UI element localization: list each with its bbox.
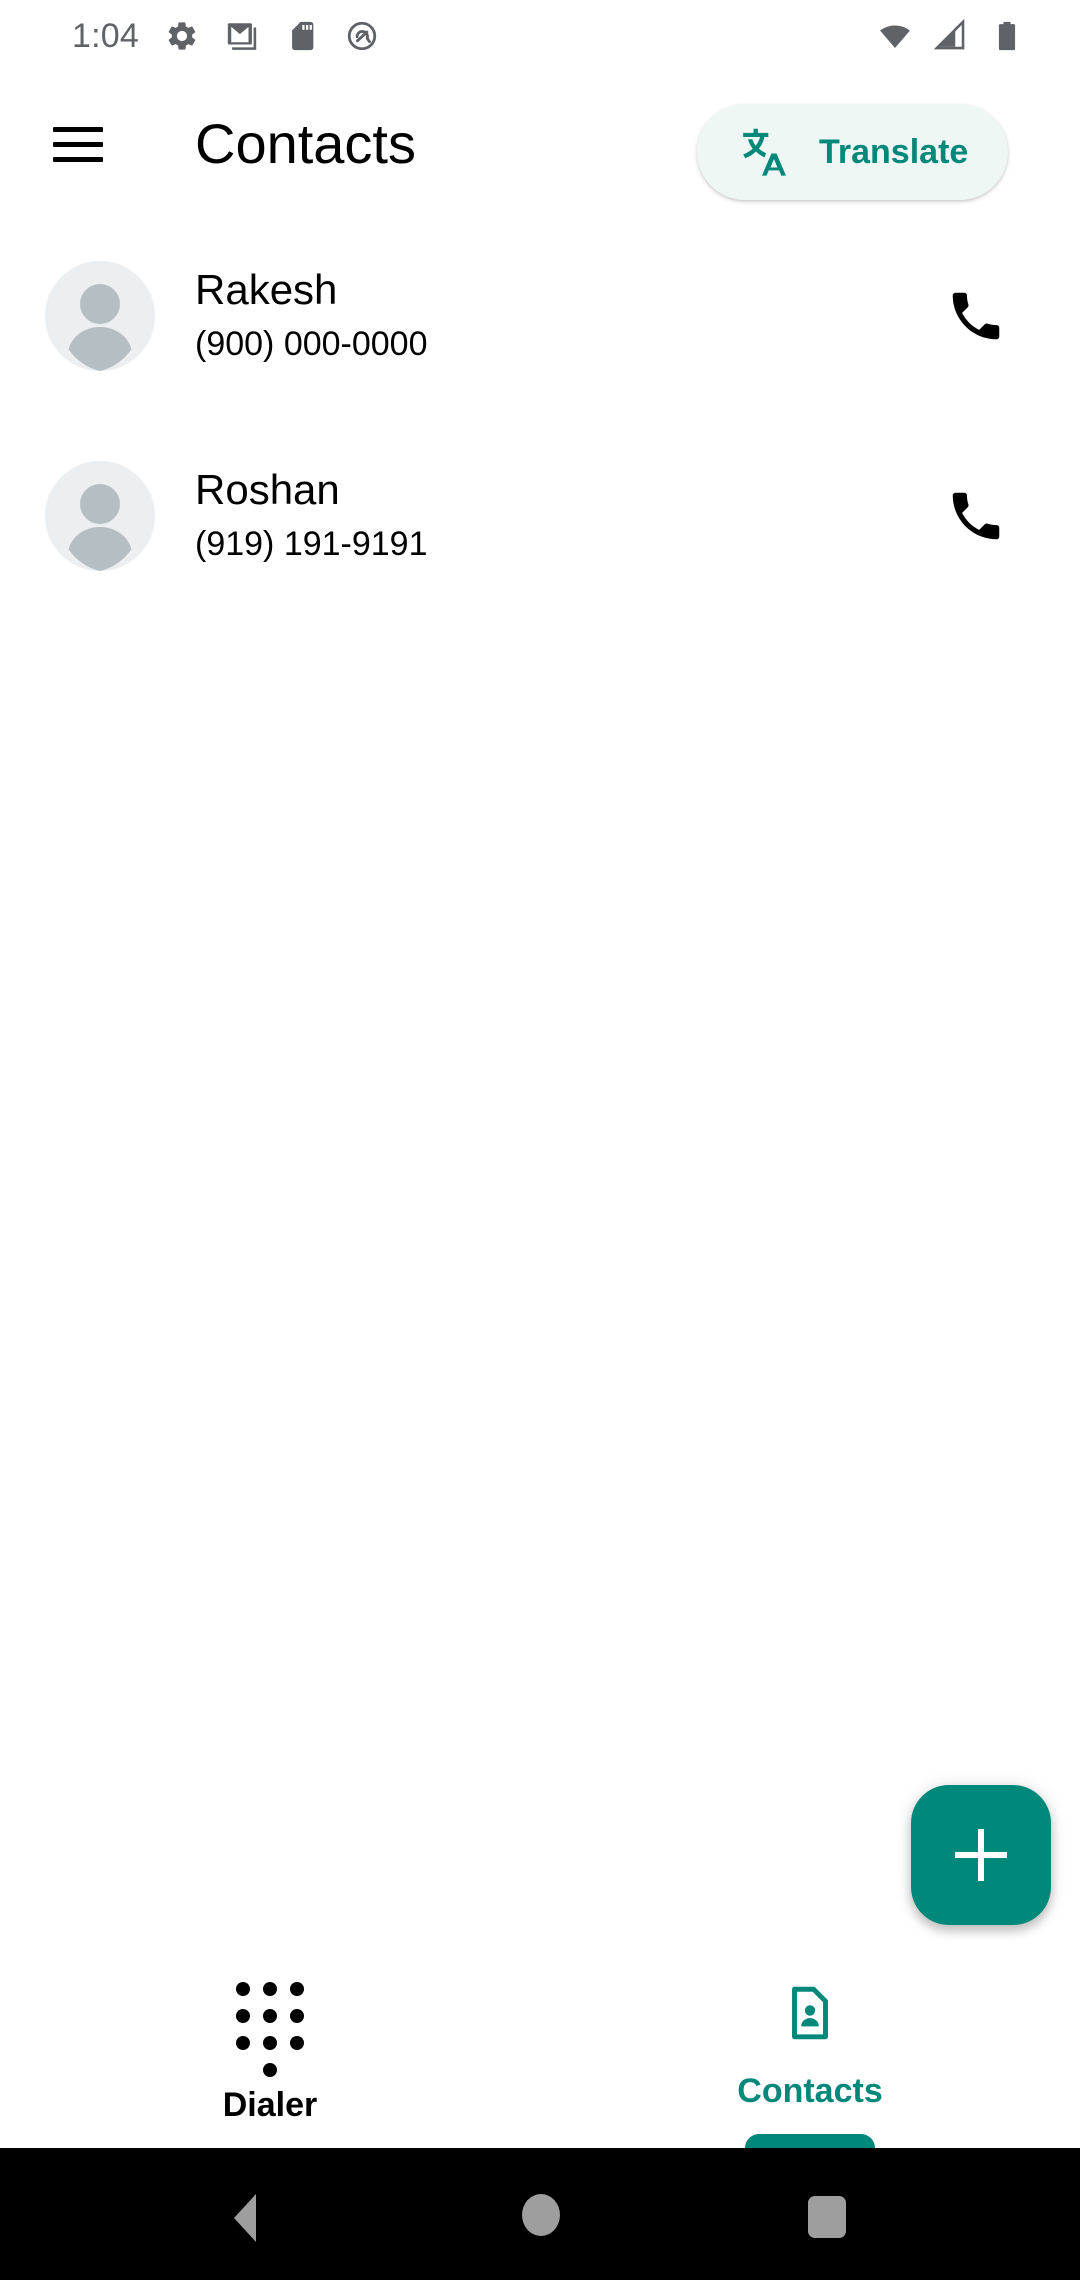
recents-button[interactable]	[808, 2196, 846, 2238]
call-button[interactable]	[924, 264, 1028, 368]
dialpad-icon	[236, 1982, 304, 2077]
contact-row[interactable]: Rakesh (900) 000-0000	[0, 216, 1080, 416]
hamburger-menu-icon[interactable]	[38, 104, 118, 184]
status-bar-left-group: 1:04	[72, 19, 379, 53]
android-q-icon	[347, 21, 377, 51]
contact-phone: (919) 191-9191	[195, 525, 428, 563]
home-button[interactable]	[522, 2194, 560, 2236]
contact-name: Rakesh	[195, 266, 338, 313]
wifi-icon	[880, 25, 910, 49]
contact-row[interactable]: Roshan (919) 191-9191	[0, 416, 1080, 616]
contact-name: Roshan	[195, 466, 340, 513]
page-title: Contacts	[195, 112, 416, 175]
app-bar: Contacts Translate	[0, 72, 1080, 216]
gmail-icon	[227, 23, 257, 50]
avatar	[45, 461, 155, 571]
plus-icon-vertical	[978, 1829, 984, 1881]
call-button[interactable]	[924, 464, 1028, 568]
menu-bar-1	[53, 126, 103, 132]
contact-phone: (900) 000-0000	[195, 325, 428, 363]
phone-icon	[952, 492, 1000, 540]
phone-icon	[952, 292, 1000, 340]
menu-bar-3	[53, 156, 103, 162]
sd-card-icon	[292, 21, 314, 51]
status-bar-right-group	[856, 19, 1024, 53]
system-navigation-bar	[0, 2148, 1080, 2280]
translate-icon	[743, 128, 786, 176]
default-person-avatar-icon	[45, 261, 155, 371]
tab-dialer-label: Dialer	[222, 2086, 318, 2124]
status-bar-clock: 1:04	[72, 17, 139, 55]
translate-button[interactable]: Translate	[697, 104, 1009, 200]
contact-text-group: Rakesh (900) 000-0000	[195, 264, 428, 368]
gear-icon	[168, 22, 196, 50]
add-contact-fab[interactable]	[911, 1785, 1051, 1925]
back-button[interactable]	[234, 2194, 256, 2242]
tab-contacts[interactable]: Contacts	[540, 1948, 1080, 2162]
avatar	[45, 261, 155, 371]
contact-list: Rakesh (900) 000-0000 Roshan (919) 191-9…	[0, 216, 1080, 616]
menu-bar-2	[53, 141, 103, 147]
translate-label: Translate	[819, 132, 969, 171]
status-bar: 1:04	[0, 0, 1080, 72]
contact-page-icon	[792, 1986, 828, 2040]
tab-dialer[interactable]: Dialer	[0, 1948, 540, 2148]
contact-text-group: Roshan (919) 191-9191	[195, 464, 428, 568]
bottom-navigation: Dialer Contacts	[0, 1948, 1080, 2162]
tab-contacts-label: Contacts	[737, 2072, 883, 2110]
cellular-signal-icon	[934, 19, 965, 50]
battery-icon	[998, 21, 1016, 51]
default-person-avatar-icon	[45, 461, 155, 571]
